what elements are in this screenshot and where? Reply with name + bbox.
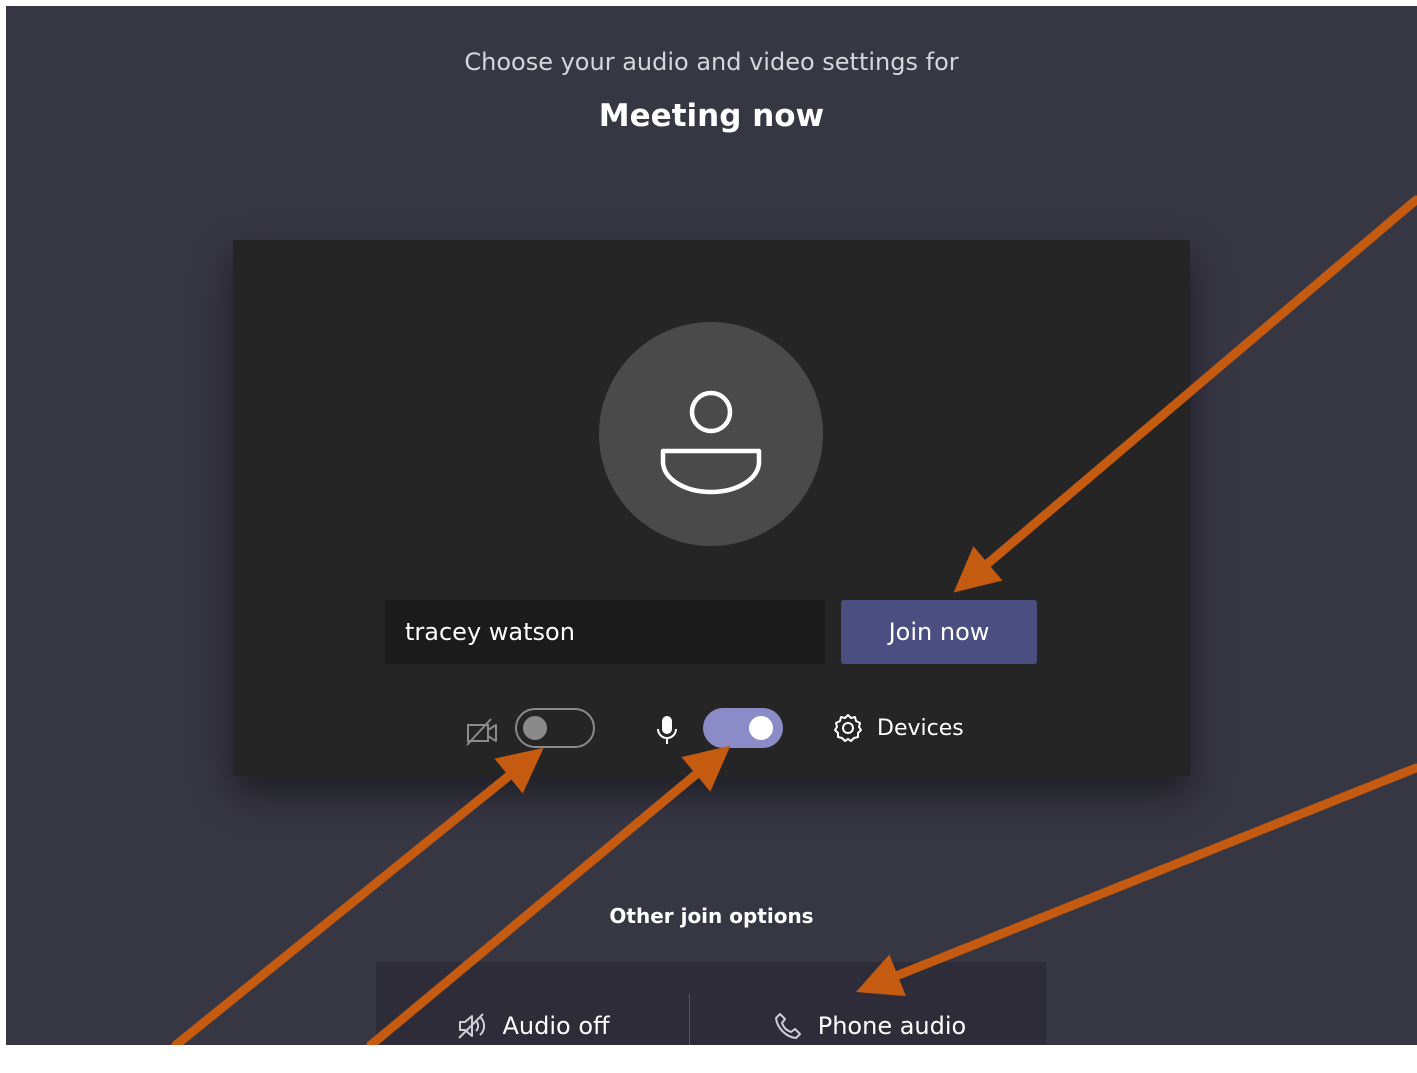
phone-audio-option[interactable]: Phone audio (692, 962, 1046, 1045)
microphone-toggle-knob (749, 716, 773, 740)
camera-toggle-knob (523, 716, 547, 740)
avatar (599, 322, 823, 546)
audio-off-option[interactable]: Audio off (376, 962, 690, 1045)
settings-subtitle: Choose your audio and video settings for (464, 48, 959, 76)
gear-icon (834, 714, 862, 742)
camera-toggle[interactable] (515, 708, 595, 748)
person-icon (660, 390, 762, 495)
devices-label: Devices (877, 715, 964, 741)
devices-button[interactable]: Devices (831, 710, 964, 746)
join-now-button[interactable]: Join now (841, 600, 1037, 664)
meeting-title: Meeting now (598, 98, 825, 134)
microphone-toggle[interactable] (703, 708, 783, 748)
speaker-off-icon (458, 1013, 486, 1039)
phone-audio-label: Phone audio (817, 1012, 967, 1040)
microphone-icon (655, 714, 679, 748)
other-join-options-heading: Other join options (609, 904, 814, 928)
audio-off-label: Audio off (502, 1012, 610, 1040)
phone-icon (774, 1013, 801, 1039)
arrow-to-phone-audio (855, 763, 1417, 997)
preview-panel: Join now (233, 240, 1190, 776)
options-divider (689, 994, 690, 1045)
join-meeting-screen: Choose your audio and video settings for… (6, 6, 1417, 1045)
name-input[interactable] (385, 600, 825, 664)
other-join-options-bar: Audio off Phone audio (376, 962, 1046, 1045)
camera-off-icon (465, 716, 501, 748)
